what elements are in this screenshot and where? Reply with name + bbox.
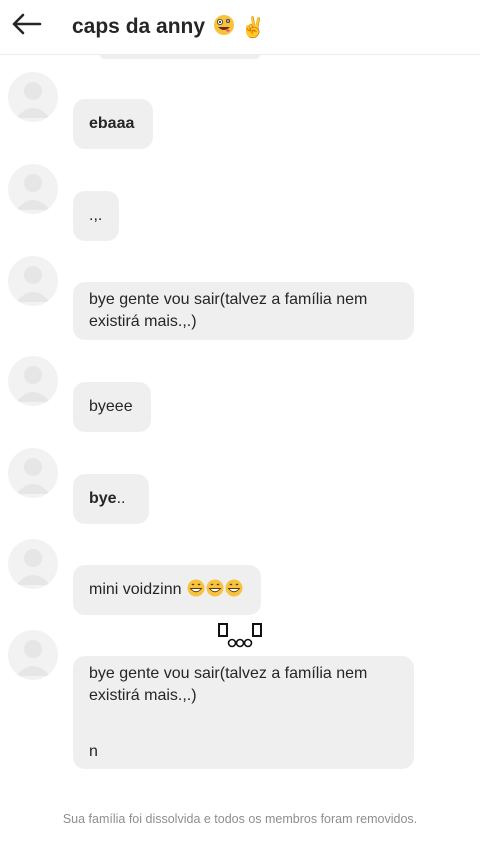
- message-line: n: [89, 743, 98, 760]
- message-line: existirá mais.,.): [89, 687, 197, 704]
- message-line: existirá mais.,.): [89, 313, 197, 330]
- message-bubble[interactable]: mini voidzinn: [73, 565, 261, 615]
- grinning-face-emoji: [206, 579, 224, 597]
- message-text: ebaaa: [89, 115, 135, 132]
- message-text-suffix: ..: [116, 490, 126, 507]
- avatar[interactable]: [8, 539, 58, 589]
- message-text: .,.: [89, 207, 103, 224]
- message-bubble[interactable]: bye..: [73, 474, 149, 524]
- message-line: bye gente vou sair(talvez a família nem: [89, 665, 368, 682]
- grinning-face-emoji: [225, 579, 243, 597]
- avatar[interactable]: [8, 72, 58, 122]
- face-sticker-icon: [217, 622, 263, 652]
- message-bubble[interactable]: .,.: [73, 191, 119, 241]
- chat-title[interactable]: caps da anny ✌: [72, 14, 266, 40]
- message-line: bye gente vou sair(talvez a família nem: [89, 291, 368, 308]
- previous-message-bubble-edge: [100, 55, 260, 59]
- message-text: bye: [89, 490, 117, 507]
- message-bubble[interactable]: byeee: [73, 382, 151, 432]
- zany-face-emoji: [213, 14, 235, 36]
- avatar[interactable]: [8, 256, 58, 306]
- message-list: ebaaa .,. bye gente vou sair(talvez a fa…: [0, 55, 480, 854]
- chat-header: caps da anny ✌: [0, 0, 480, 55]
- avatar[interactable]: [8, 164, 58, 214]
- message-text: byeee: [89, 398, 133, 415]
- victory-hand-emoji: ✌: [240, 17, 266, 39]
- message-text: mini voidzinn: [89, 581, 182, 598]
- avatar[interactable]: [8, 448, 58, 498]
- avatar[interactable]: [8, 356, 58, 406]
- back-arrow-icon[interactable]: [8, 8, 44, 40]
- chat-title-text: caps da anny: [72, 15, 206, 38]
- message-bubble[interactable]: bye gente vou sair(talvez a família nem …: [73, 656, 414, 769]
- family-dissolved-notice: Sua família foi dissolvida e todos os me…: [62, 812, 418, 826]
- message-bubble[interactable]: ebaaa: [73, 99, 153, 149]
- message-bubble[interactable]: bye gente vou sair(talvez a família nem …: [73, 282, 414, 340]
- avatar[interactable]: [8, 630, 58, 680]
- grinning-face-emoji: [187, 579, 205, 597]
